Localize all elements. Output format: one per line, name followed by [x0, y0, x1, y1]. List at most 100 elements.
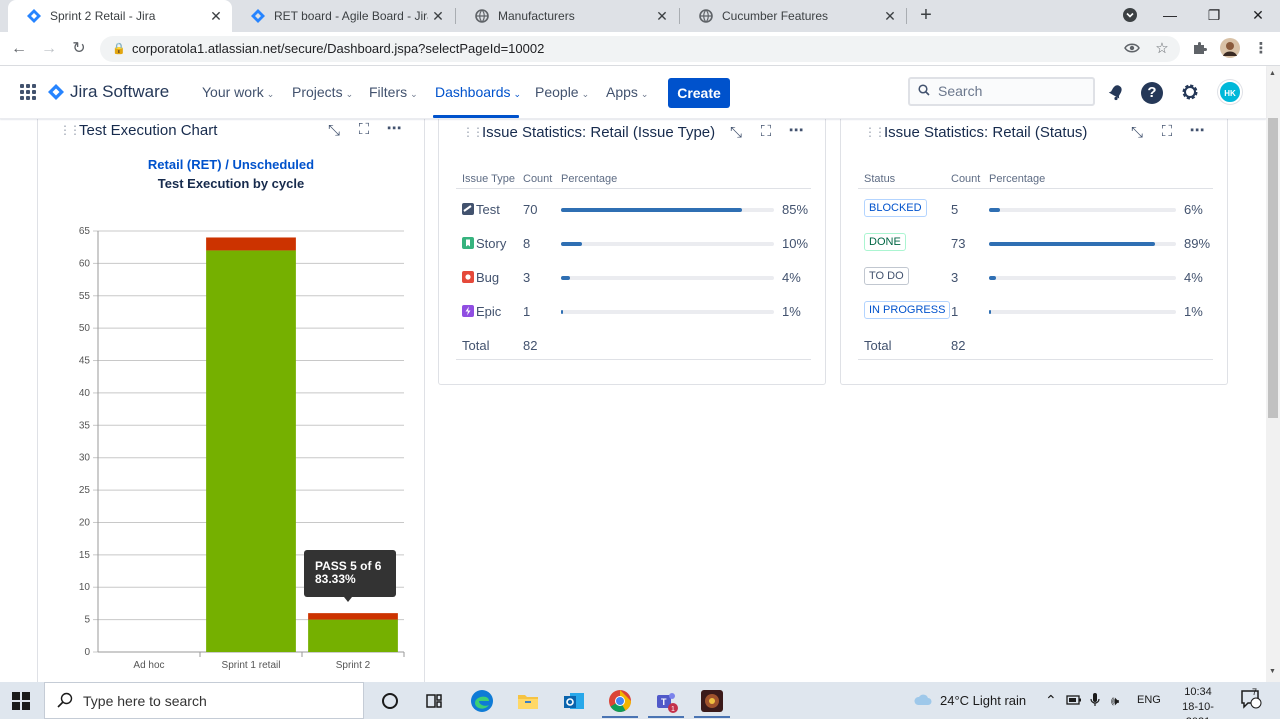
create-button[interactable]: Create	[668, 78, 730, 108]
y-tick-label: 0	[84, 647, 90, 658]
minimize-icon[interactable]: —	[1148, 0, 1192, 32]
back-arrow-icon[interactable]: ←	[8, 38, 30, 60]
address-bar[interactable]: 🔒 corporatola1.atlassian.net/secure/Dash…	[100, 36, 1180, 62]
file-explorer-icon[interactable]	[515, 688, 541, 714]
drag-handle-icon[interactable]: ⋮⋮	[462, 125, 484, 139]
issue-type-cell[interactable]: Epic	[462, 304, 501, 319]
language-indicator[interactable]: ENG	[1137, 682, 1161, 719]
issue-type-cell[interactable]: Test	[462, 202, 500, 217]
nav-projects[interactable]: Projects ⌄	[292, 84, 353, 100]
forward-arrow-icon[interactable]: →	[38, 38, 60, 60]
windows-start-icon[interactable]	[12, 692, 30, 710]
scroll-up-arrow-icon[interactable]: ▲	[1269, 70, 1276, 77]
count-cell[interactable]: 1	[523, 304, 530, 319]
total-label: Total	[462, 338, 490, 353]
eye-icon[interactable]	[1121, 38, 1143, 60]
status-lozenge[interactable]: TO DO	[864, 267, 909, 285]
nav-filters[interactable]: Filters ⌄	[369, 84, 418, 100]
edge-browser-icon[interactable]	[469, 688, 495, 714]
nav-people[interactable]: People ⌄	[535, 84, 589, 100]
y-tick-label: 50	[79, 323, 91, 334]
search-icon	[57, 683, 73, 719]
count-cell[interactable]: 3	[523, 270, 530, 285]
task-view-icon[interactable]	[421, 688, 447, 714]
notifications-bell-icon[interactable]	[1104, 81, 1128, 105]
status-lozenge[interactable]: DONE	[864, 233, 906, 251]
gadget-menu-icon[interactable]: ⋯	[1188, 121, 1206, 139]
scrollbar-thumb[interactable]	[1268, 118, 1278, 418]
weather-cloud-icon[interactable]	[914, 682, 932, 719]
count-cell[interactable]: 8	[523, 236, 530, 251]
nav-your-work[interactable]: Your work ⌄	[202, 84, 274, 100]
teams-icon[interactable]: T1	[653, 688, 679, 714]
bar-pass	[308, 619, 398, 652]
lock-icon: 🔒	[112, 43, 126, 55]
status-lozenge[interactable]: IN PROGRESS	[864, 301, 951, 319]
percentage-bar	[561, 310, 774, 314]
jira-logo[interactable]: Jira Software	[48, 82, 169, 102]
chrome-icon[interactable]	[607, 688, 633, 714]
nav-apps[interactable]: Apps ⌄	[606, 84, 648, 100]
nav-label: Apps	[606, 84, 638, 100]
gadget-title: Issue Statistics: Retail (Issue Type)	[482, 124, 716, 141]
count-cell[interactable]: 70	[523, 202, 537, 217]
browser-tab[interactable]: Manufacturers ✕	[456, 0, 678, 32]
search-input[interactable]: Search	[908, 77, 1095, 106]
close-tab-icon[interactable]: ✕	[652, 8, 672, 25]
taskbar-search-input[interactable]: Type here to search	[44, 682, 364, 719]
percentage-cell: 10%	[782, 236, 809, 251]
microphone-icon[interactable]	[1090, 682, 1100, 719]
cortana-circle-icon[interactable]	[377, 688, 403, 714]
maximize-gadget-icon[interactable]: ⛶	[1158, 123, 1176, 140]
nav-label: Filters	[369, 84, 408, 100]
maximize-gadget-icon[interactable]: ⛶	[757, 123, 775, 140]
drag-handle-icon[interactable]: ⋮⋮	[864, 125, 886, 139]
tray-chevron-up-icon[interactable]: ⌃	[1045, 682, 1057, 719]
issue-type-name: Epic	[476, 304, 502, 319]
percentage-cell: 85%	[782, 202, 809, 217]
user-avatar[interactable]: HK	[1218, 80, 1242, 104]
close-tab-icon[interactable]: ✕	[880, 8, 900, 25]
page-scrollbar[interactable]: ▲ ▼	[1266, 66, 1280, 682]
browser-menu-icon[interactable]: ⋮	[1250, 38, 1272, 60]
count-cell[interactable]: 5	[951, 202, 958, 217]
restore-icon[interactable]: ❐	[1192, 0, 1236, 32]
minimize-gadget-icon[interactable]: ⤡	[1128, 124, 1146, 141]
settings-gear-icon[interactable]	[1178, 81, 1202, 105]
app-switcher-icon[interactable]	[20, 84, 36, 100]
battery-icon[interactable]	[1066, 682, 1082, 719]
url-text: corporatola1.atlassian.net/secure/Dashbo…	[132, 41, 545, 56]
weather-text[interactable]: 24°C Light rain	[940, 682, 1026, 719]
bookmark-star-icon[interactable]: ☆	[1151, 38, 1173, 60]
taskbar-clock[interactable]: 10:34 18-10-2021	[1170, 685, 1226, 719]
clock-time: 10:34	[1184, 686, 1212, 698]
tab-search-chevron-icon[interactable]	[1108, 0, 1152, 32]
count-cell[interactable]: 73	[951, 236, 965, 251]
minimize-gadget-icon[interactable]: ⤡	[727, 124, 745, 141]
profile-avatar[interactable]	[1219, 38, 1241, 60]
count-cell[interactable]: 3	[951, 270, 958, 285]
game-app-icon[interactable]	[699, 688, 725, 714]
browser-tab[interactable]: RET board - Agile Board - Jira ✕	[232, 0, 454, 32]
nav-dashboards[interactable]: Dashboards ⌄	[435, 84, 521, 100]
notification-center-icon[interactable]	[1240, 682, 1262, 719]
issue-type-cell[interactable]: Bug	[462, 270, 499, 285]
gadget-menu-icon[interactable]: ⋯	[787, 121, 805, 139]
extensions-puzzle-icon[interactable]	[1188, 38, 1210, 60]
browser-tab[interactable]: Sprint 2 Retail - Jira ✕	[8, 0, 232, 32]
search-placeholder: Search	[938, 83, 983, 99]
reload-icon[interactable]: ↻	[68, 38, 90, 60]
outlook-icon[interactable]	[561, 688, 587, 714]
new-tab-plus-icon[interactable]: +	[914, 4, 938, 28]
browser-tab[interactable]: Cucumber Features ✕	[680, 0, 906, 32]
status-lozenge[interactable]: BLOCKED	[864, 199, 927, 217]
issue-type-cell[interactable]: Story	[462, 236, 506, 251]
help-icon[interactable]: ?	[1141, 82, 1163, 104]
close-tab-icon[interactable]: ✕	[206, 8, 226, 25]
close-tab-icon[interactable]: ✕	[428, 8, 448, 25]
scroll-down-arrow-icon[interactable]: ▼	[1269, 668, 1276, 675]
volume-icon[interactable]: 🕪	[1111, 682, 1119, 719]
close-window-icon[interactable]: ✕	[1236, 0, 1280, 32]
svg-text:T: T	[661, 697, 667, 707]
count-cell[interactable]: 1	[951, 304, 958, 319]
